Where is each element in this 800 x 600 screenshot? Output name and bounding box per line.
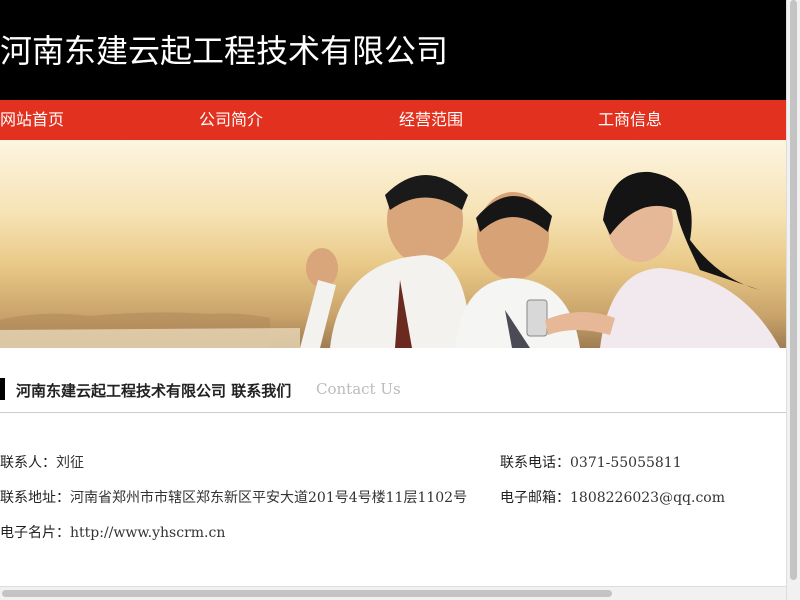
contact-card-row: 电子名片：http://www.yhscrm.cn: [0, 522, 225, 542]
contact-address-label: 联系地址：: [0, 490, 70, 506]
nav-item-about[interactable]: 公司简介: [199, 100, 263, 140]
contact-email-row: 电子邮箱：1808226023@qq.com: [500, 487, 725, 507]
contact-person-label: 联系人：: [0, 455, 56, 471]
section-title: 河南东建云起工程技术有限公司 联系我们: [16, 382, 292, 400]
contact-phone-label: 联系电话：: [500, 455, 570, 471]
vertical-scrollbar[interactable]: [786, 0, 800, 600]
contact-address-row: 联系地址：河南省郑州市市辖区郑东新区平安大道201号4号楼11层1102号: [0, 487, 467, 507]
nav-item-business-scope[interactable]: 经营范围: [399, 100, 463, 140]
horizontal-scrollbar-thumb[interactable]: [2, 590, 612, 597]
section-subtitle: Contact Us: [316, 380, 401, 398]
contact-email-label: 电子邮箱：: [500, 490, 570, 506]
horizontal-scrollbar[interactable]: [0, 586, 786, 600]
contact-card-link[interactable]: http://www.yhscrm.cn: [70, 525, 225, 541]
section-accent-bar: [0, 378, 5, 400]
nav-item-home[interactable]: 网站首页: [0, 100, 64, 140]
contact-phone-value: 0371-55055811: [570, 455, 682, 471]
nav-item-business-info[interactable]: 工商信息: [598, 100, 662, 140]
contact-card-label: 电子名片：: [0, 525, 70, 541]
contact-person-row: 联系人：刘征: [0, 452, 84, 472]
contact-address-value: 河南省郑州市市辖区郑东新区平安大道201号4号楼11层1102号: [70, 490, 468, 506]
banner-illustration: [0, 171, 780, 348]
contact-email-value: 1808226023@qq.com: [570, 490, 725, 506]
vertical-scrollbar-thumb[interactable]: [790, 0, 797, 580]
contact-phone-row: 联系电话：0371-55055811: [500, 452, 682, 472]
banner-image: [0, 140, 786, 348]
main-nav: 网站首页 公司简介 经营范围 工商信息: [0, 100, 786, 140]
contact-person-value: 刘征: [56, 455, 84, 471]
site-header: 河南东建云起工程技术有限公司: [0, 0, 786, 100]
contact-section-header: 河南东建云起工程技术有限公司 联系我们 Contact Us: [0, 376, 786, 413]
site-title: 河南东建云起工程技术有限公司: [0, 32, 449, 70]
